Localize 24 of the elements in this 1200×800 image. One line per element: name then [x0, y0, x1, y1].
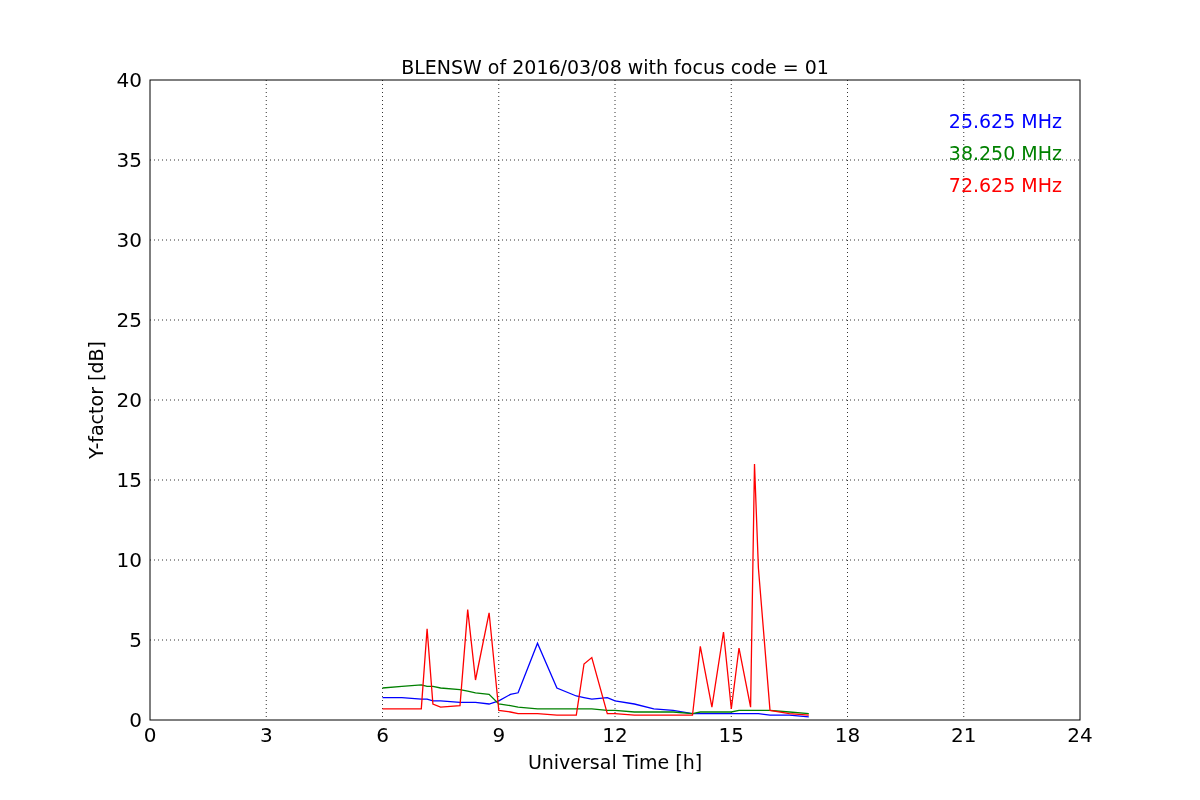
y-tick-label: 5 [129, 628, 142, 652]
y-tick-label: 0 [129, 708, 142, 732]
y-tick-label: 15 [116, 468, 142, 492]
y-tick-label: 40 [116, 68, 142, 92]
x-tick-label: 6 [376, 723, 389, 747]
y-tick-label: 10 [116, 548, 142, 572]
x-tick-label: 12 [602, 723, 628, 747]
y-tick-label: 20 [116, 388, 142, 412]
x-tick-label: 24 [1067, 723, 1093, 747]
y-tick-label: 25 [116, 308, 142, 332]
x-tick-label: 15 [718, 723, 744, 747]
legend-label: 72.625 MHz [948, 174, 1062, 196]
y-tick-label: 35 [116, 148, 142, 172]
x-tick-label: 9 [492, 723, 506, 747]
y-axis-label: Y-factor [dB] [85, 341, 107, 459]
x-axis-label: Universal Time [h] [527, 751, 703, 773]
legend-label: 38.250 MHz [948, 142, 1062, 164]
chart-title: BLENSW of 2016/03/08 with focus code = 01 [401, 56, 829, 78]
legend-label: 25.625 MHz [948, 110, 1062, 132]
y-tick-label: 30 [116, 228, 142, 252]
x-tick-label: 21 [951, 723, 977, 747]
x-tick-label: 0 [143, 723, 157, 747]
x-tick-label: 18 [834, 723, 861, 747]
x-tick-label: 3 [259, 723, 273, 747]
